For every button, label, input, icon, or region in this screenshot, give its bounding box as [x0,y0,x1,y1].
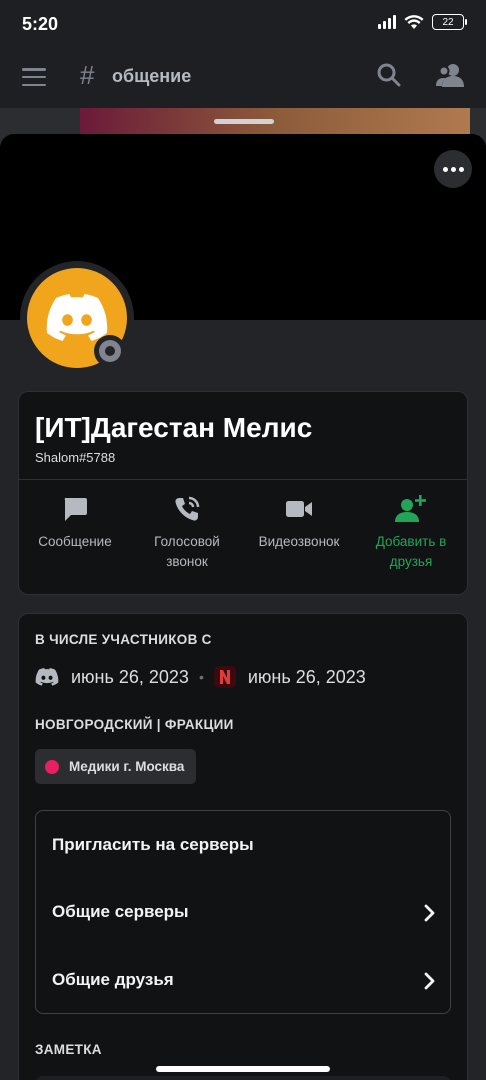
chevron-right-icon [424,904,435,922]
voice-call-icon [175,496,200,521]
status-icons: 22 [378,14,467,30]
profile-header-card: [ИТ]Дагестан Мелис Shalom#5788 Сообщение [18,391,468,595]
server-join-date: июнь 26, 2023 [247,666,366,687]
mutual-friends-item[interactable]: Общие друзья [52,970,436,994]
members-icon[interactable] [436,62,464,88]
profile-info-card: В ЧИСЛЕ УЧАСТНИКОВ С июнь 26, 2023 • июн… [18,613,468,1080]
separator-dot: • [198,669,204,685]
avatar[interactable] [20,261,134,375]
battery-level: 22 [442,16,454,28]
voice-call-label: Голосовой звонок [154,534,220,569]
sheet-drag-handle[interactable] [214,119,274,124]
search-icon[interactable] [376,62,402,88]
video-call-label: Видеозвонок [258,534,340,549]
offline-status-icon [94,335,126,367]
mutual-friends-label: Общие друзья [52,970,174,989]
role-name: Медики г. Москва [69,759,185,774]
member-since-row: июнь 26, 2023 • июнь 26, 2023 [35,666,366,688]
invite-to-servers-item[interactable]: Пригласить на серверы [52,835,436,859]
status-bar: 5:20 22 [0,0,486,46]
user-tag[interactable]: Shalom#5788 [35,450,115,465]
wifi-icon [404,15,424,29]
home-indicator[interactable] [156,1066,330,1072]
chevron-right-icon [424,972,435,990]
add-friend-label: Добавить в друзья [375,534,447,569]
channel-header: # общение [0,46,486,108]
more-options-button[interactable] [434,150,472,188]
battery-icon: 22 [432,14,467,30]
note-title: ЗАМЕТКА [35,1042,102,1057]
menu-icon[interactable] [22,68,46,86]
channel-name[interactable]: общение [112,66,191,87]
profile-sheet: [ИТ]Дагестан Мелис Shalom#5788 Сообщение [0,134,486,1080]
role-pill: Медики г. Москва [35,749,197,784]
video-call-icon [286,501,312,517]
mutual-servers-item[interactable]: Общие серверы [52,902,436,926]
member-since-title: В ЧИСЛЕ УЧАСТНИКОВ С [35,632,212,647]
message-button[interactable]: Сообщение [19,492,131,572]
profile-actions: Сообщение Голосовой звонок Видеозвонок Д… [19,492,467,572]
message-label: Сообщение [38,534,112,549]
note-field[interactable] [35,1076,451,1080]
mutual-servers-label: Общие серверы [52,902,189,921]
video-call-button[interactable]: Видеозвонок [243,492,355,572]
discord-join-date: июнь 26, 2023 [71,666,189,687]
voice-call-button[interactable]: Голосовой звонок [131,492,243,572]
signal-icon [378,15,396,29]
role-color-dot [45,759,59,774]
add-friend-icon [395,495,426,522]
discord-icon [35,668,59,686]
message-icon [64,498,87,521]
roles-title: НОВГОРОДСКИЙ | ФРАКЦИИ [35,717,234,732]
profile-menu: Пригласить на серверы Общие серверы Общи… [35,810,451,1014]
display-name: [ИТ]Дагестан Мелис [35,412,313,443]
status-time: 5:20 [22,14,59,34]
add-friend-button[interactable]: Добавить в друзья [355,492,467,572]
invite-to-servers-label: Пригласить на серверы [52,835,254,854]
discord-logo-icon [46,294,108,341]
channel-hash-icon: # [80,60,95,90]
divider [19,479,467,480]
server-icon [213,666,236,688]
